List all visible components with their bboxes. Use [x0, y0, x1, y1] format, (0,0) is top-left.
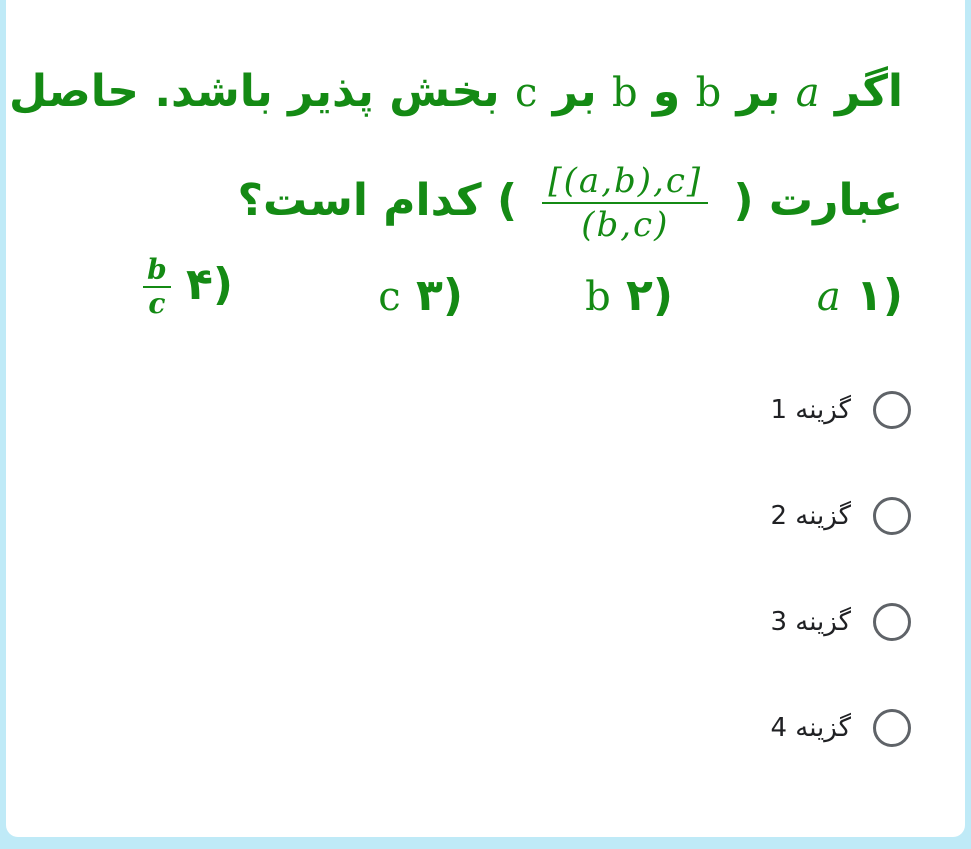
- question-word: بر: [736, 66, 781, 117]
- option-4[interactable]: گزینه 4: [770, 703, 911, 753]
- question-card: اگر a بر b و b بر c بخش پذیر باشد. حاصل …: [6, 0, 965, 837]
- question-line-1: اگر a بر b و b بر c بخش پذیر باشد. حاصل: [9, 70, 903, 114]
- option-1[interactable]: گزینه 1: [770, 385, 911, 435]
- choice-2: (۲ b: [585, 274, 673, 318]
- choice-fraction: b c: [143, 256, 171, 318]
- radio-button-icon[interactable]: [873, 497, 911, 535]
- question-word: بر: [552, 66, 597, 117]
- radio-button-icon[interactable]: [873, 391, 911, 429]
- question-word: و: [652, 66, 681, 117]
- radio-button-icon[interactable]: [873, 709, 911, 747]
- answer-choices: (۱ a (۲ b (۳ c (۴ b c: [63, 256, 903, 352]
- choice-number: (۲: [626, 270, 673, 321]
- radio-button-icon[interactable]: [873, 603, 911, 641]
- option-label: گزینه 3: [770, 607, 851, 637]
- choice-number: (۱: [856, 270, 903, 321]
- choice-value: a: [816, 274, 841, 320]
- variable-b: b: [695, 70, 722, 116]
- choice-value: b: [585, 274, 611, 320]
- option-label: گزینه 2: [770, 501, 851, 531]
- question-line-2: عبارت ( [(a,b),c] (b,c) ) کدام است؟: [238, 164, 903, 242]
- option-2[interactable]: گزینه 2: [770, 491, 911, 541]
- question-word: ) کدام است؟: [237, 175, 518, 226]
- choice-4: (۴ b c: [137, 256, 233, 318]
- variable-c: c: [515, 70, 538, 116]
- question-word: اگر: [834, 66, 903, 117]
- fraction-numerator: b: [143, 256, 171, 288]
- question-word: بخش پذیر باشد. حاصل: [8, 66, 500, 117]
- variable-a: a: [795, 70, 820, 116]
- option-3[interactable]: گزینه 3: [770, 597, 911, 647]
- option-label: گزینه 4: [770, 713, 851, 743]
- choice-number: (۳: [416, 270, 463, 321]
- fraction-numerator: [(a,b),c]: [542, 164, 709, 204]
- choice-value: c: [378, 274, 401, 320]
- choice-1: (۱ a: [817, 274, 903, 318]
- fraction-denominator: (b,c): [581, 205, 670, 245]
- choice-number: (۴: [186, 259, 233, 310]
- option-label: گزینه 1: [770, 395, 851, 425]
- choice-3: (۳ c: [378, 274, 463, 318]
- expression-fraction: [(a,b),c] (b,c): [542, 164, 709, 245]
- question-word: عبارت (: [733, 175, 903, 226]
- variable-b: b: [611, 70, 638, 116]
- fraction-denominator: c: [148, 287, 166, 320]
